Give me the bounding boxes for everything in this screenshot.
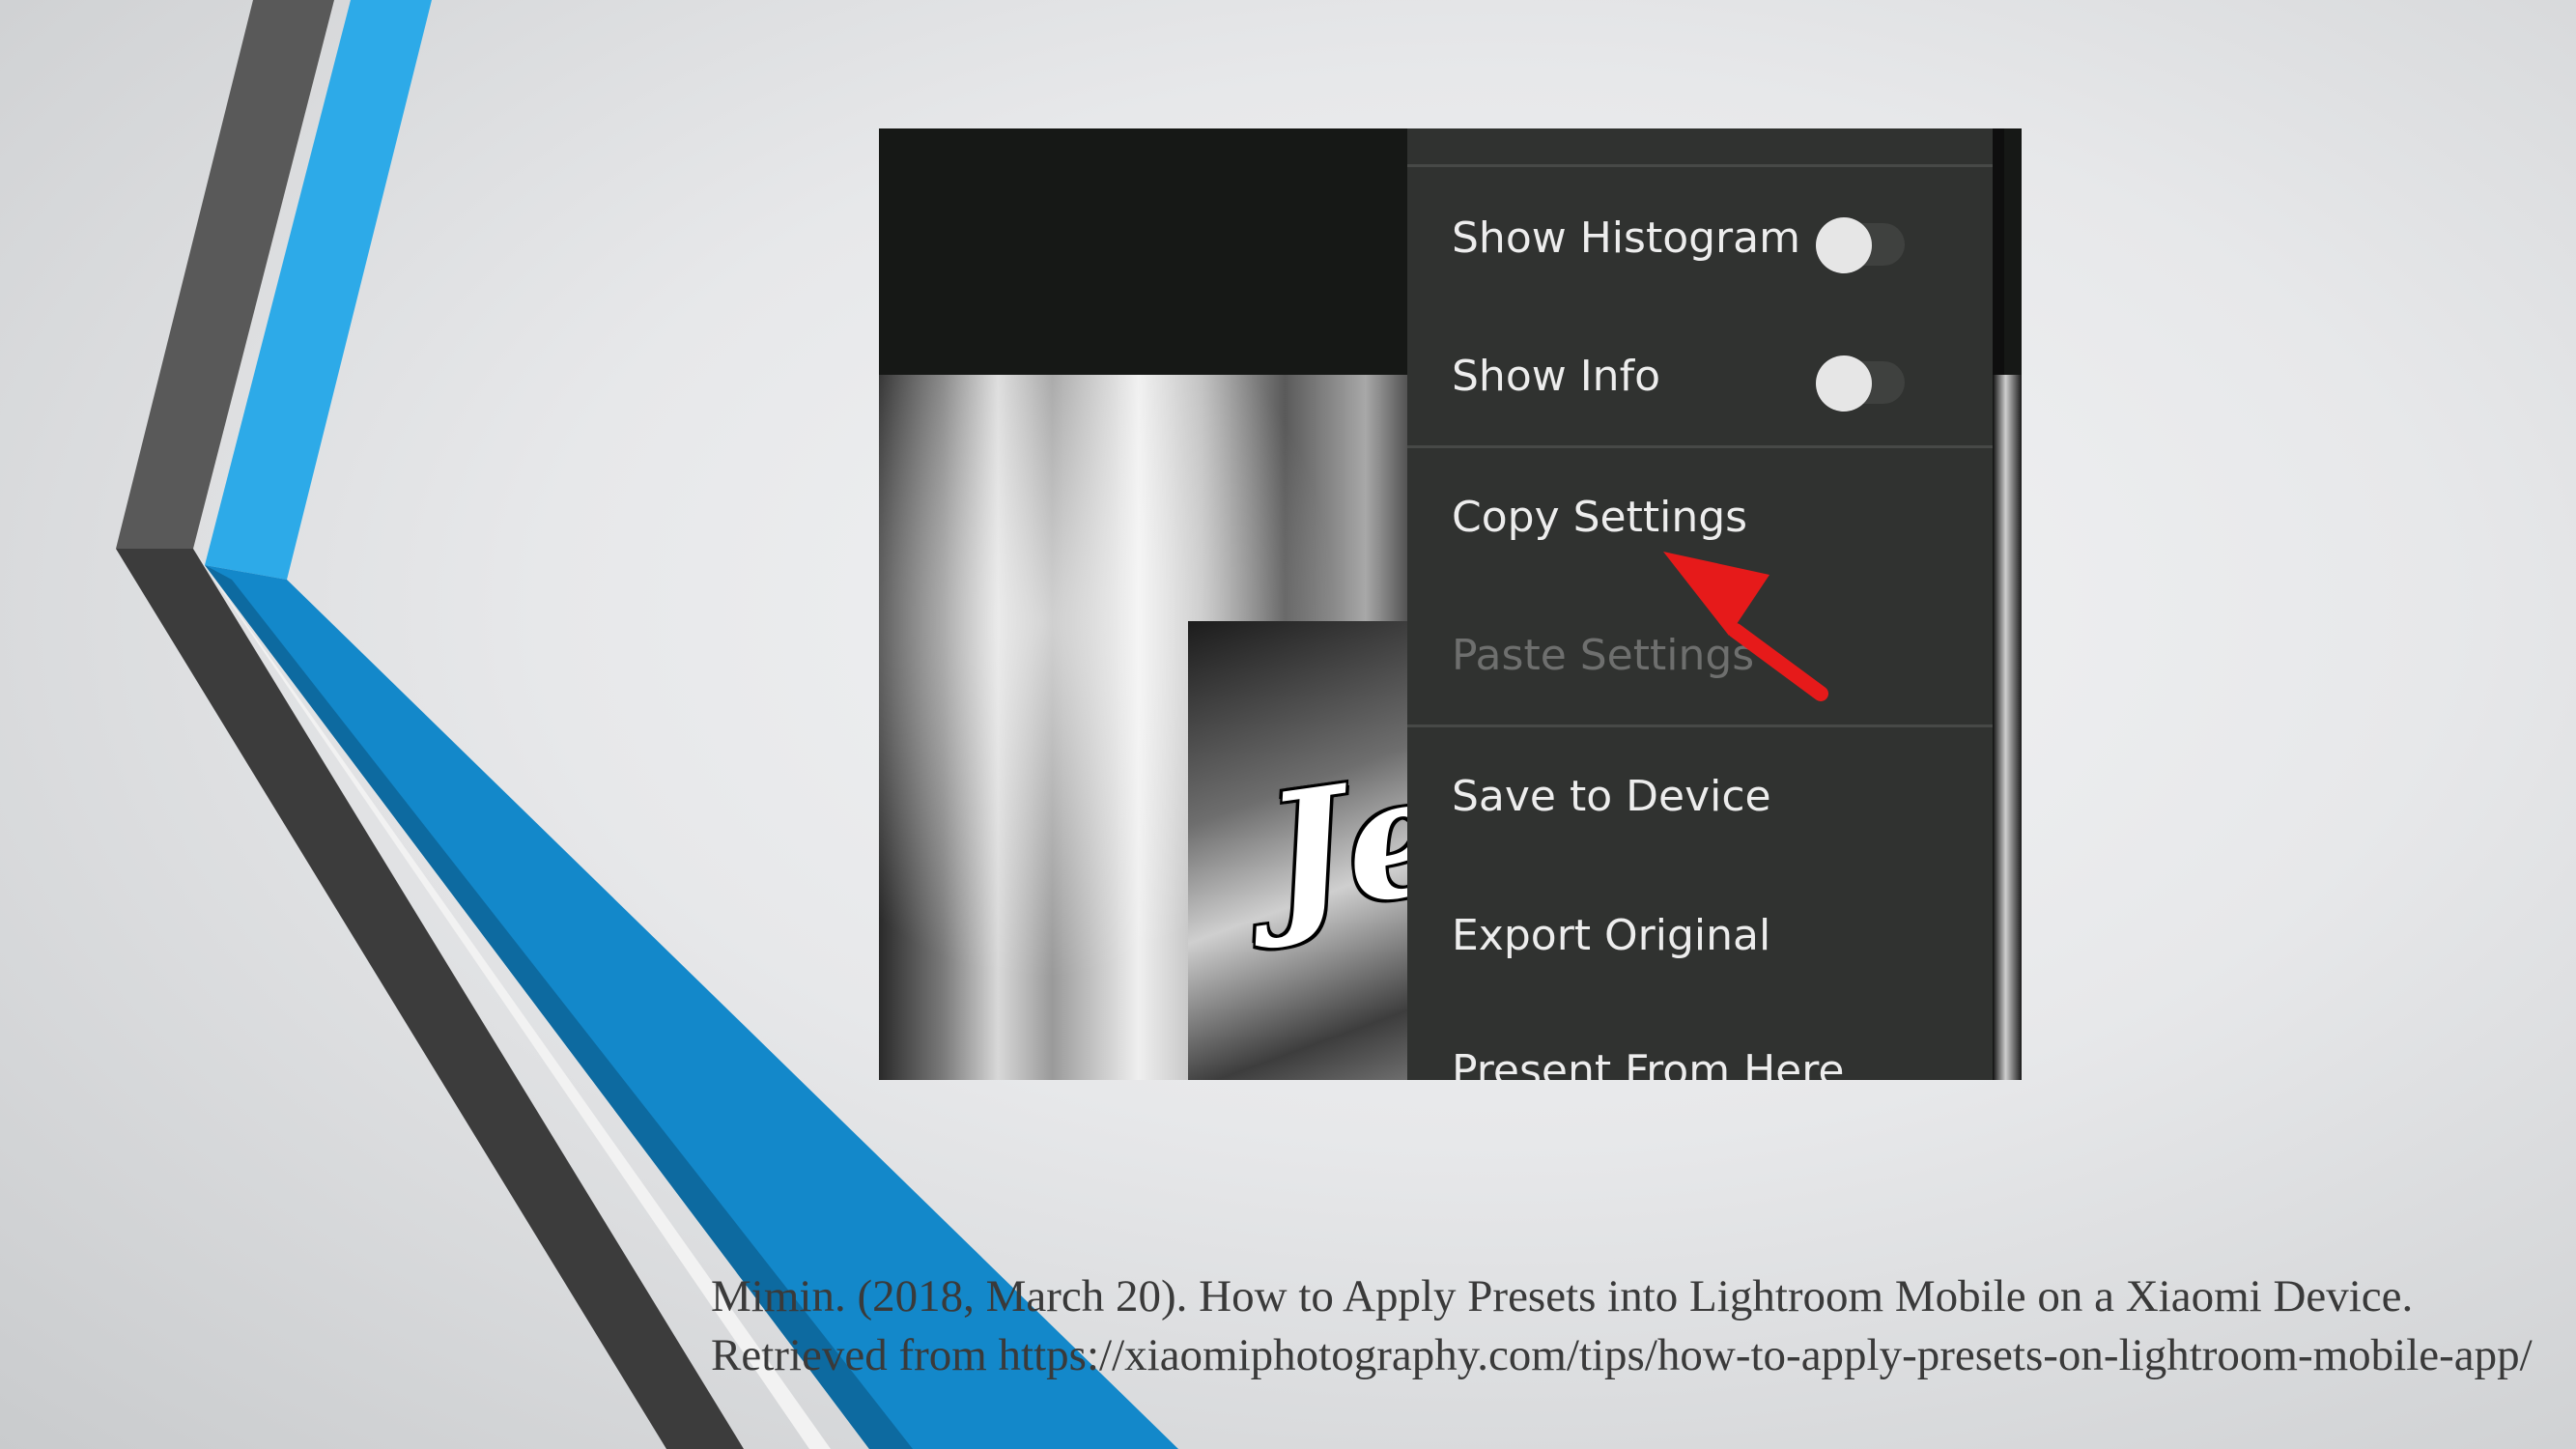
lightroom-screenshot: Jen Show Histogram Show Info Copy Settin… [879, 128, 2022, 1080]
photo-preview: Jen [879, 375, 1581, 1080]
context-menu: Show Histogram Show Info Copy Settings P… [1407, 128, 1993, 1080]
photo-edge [1993, 375, 2022, 1080]
arrow-icon [1663, 552, 1828, 701]
citation-caption: Mimin. (2018, March 20). How to Apply Pr… [711, 1271, 2533, 1380]
menu-scrollbar[interactable] [1993, 128, 2004, 375]
